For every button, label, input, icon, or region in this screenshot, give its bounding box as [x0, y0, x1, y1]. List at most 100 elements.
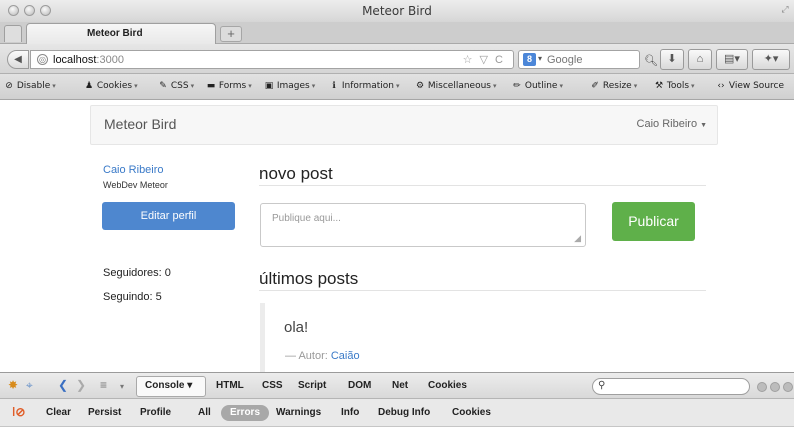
close-window-icon[interactable]: [8, 5, 19, 16]
dev-menu-label: Cookies: [96, 81, 133, 91]
persist-button[interactable]: Persist: [88, 407, 121, 418]
tab-groups-icon[interactable]: [4, 25, 22, 42]
profile-subtitle: WebDev Meteor: [103, 180, 168, 190]
downloads-button[interactable]: ⬇: [660, 49, 684, 70]
dev-menu-label: Resize: [602, 81, 632, 91]
bookmarks-button[interactable]: ▤▾: [716, 49, 748, 70]
back-arrow-icon[interactable]: ❮: [58, 378, 68, 392]
latest-posts-heading: últimos posts: [259, 269, 359, 288]
edit-profile-button[interactable]: Editar perfil: [102, 202, 235, 230]
gear-icon: ⚙: [415, 81, 425, 91]
dev-menu-label: Tools: [666, 81, 690, 91]
dev-menu-outline[interactable]: ✏ Outline ▾: [512, 81, 563, 91]
tab-console-label: Console ▾: [145, 380, 193, 391]
dev-menu-css[interactable]: ✎ CSS ▾: [158, 81, 194, 91]
search-placeholder: Google: [547, 54, 583, 66]
minimize-window-icon[interactable]: [24, 5, 35, 16]
filter-debug-info[interactable]: Debug Info: [378, 407, 430, 418]
new-post-heading: novo post: [259, 164, 333, 183]
dev-menu-images[interactable]: ▣ Images ▾: [264, 81, 316, 91]
filter-cookies[interactable]: Cookies: [452, 407, 491, 418]
tab-css[interactable]: CSS: [262, 380, 283, 391]
dev-menu-cookies[interactable]: ♟ Cookies ▾: [84, 81, 138, 91]
post-author: — Autor: Caião: [285, 350, 360, 362]
tab-strip: Meteor Bird +: [0, 22, 794, 44]
search-input[interactable]: 8 ▾ Google: [518, 50, 640, 69]
url-actions[interactable]: ☆ ▽ C: [463, 53, 505, 66]
dev-menu-tools[interactable]: ⚒ Tools ▾: [654, 81, 695, 91]
detach-panel-icon[interactable]: [770, 382, 780, 392]
search-engine-icon[interactable]: 8: [523, 53, 536, 66]
filter-warnings[interactable]: Warnings: [276, 407, 321, 418]
dev-menu-label: View Source: [728, 81, 785, 91]
tab-label: Meteor Bird: [87, 28, 143, 39]
post-textarea[interactable]: Publique aqui... ◢: [260, 203, 586, 247]
dev-menu-label: CSS: [170, 81, 189, 91]
close-panel-icon[interactable]: [783, 382, 793, 392]
resize-icon: ✐: [591, 81, 599, 91]
person-icon: ♟: [84, 81, 94, 91]
tab-script[interactable]: Script: [298, 380, 326, 391]
chevron-down-icon[interactable]: ▾: [538, 54, 542, 63]
tab-cookies[interactable]: Cookies: [428, 380, 467, 391]
publish-button[interactable]: Publicar: [612, 202, 695, 241]
image-icon: ▣: [264, 81, 274, 91]
forms-icon: ▬: [206, 81, 216, 91]
clear-button[interactable]: Clear: [46, 407, 71, 418]
firebug-button[interactable]: ✦▾: [752, 49, 790, 70]
url-bar[interactable]: ◎ localhost:3000 ☆ ▽ C: [30, 50, 514, 69]
tab-html[interactable]: HTML: [216, 380, 244, 391]
dev-menu-information[interactable]: ℹ Information ▾: [329, 81, 399, 91]
user-menu-label: Caio Ribeiro: [636, 118, 698, 130]
new-tab-button[interactable]: +: [220, 26, 242, 42]
minimize-panel-icon[interactable]: [757, 382, 767, 392]
code-icon: ‹›: [717, 81, 725, 91]
dev-menu-forms[interactable]: ▬ Forms ▾: [206, 81, 252, 91]
fullscreen-icon[interactable]: ⤢: [780, 4, 790, 14]
author-prefix: — Autor:: [285, 350, 328, 362]
css-icon: ✎: [159, 81, 167, 91]
post-item: ola! — Autor: Caião: [260, 303, 705, 373]
search-icon: ⚲: [598, 380, 606, 391]
pencil-icon: ✏: [513, 81, 521, 91]
tab-net[interactable]: Net: [392, 380, 408, 391]
back-button[interactable]: ◀: [7, 50, 29, 69]
filter-errors[interactable]: Errors: [221, 405, 269, 421]
clear-icon[interactable]: ǀ⊘: [12, 405, 25, 419]
profile-name-link[interactable]: Caio Ribeiro: [103, 164, 164, 176]
firebug-toolbar: ✸ ⌖ ❮ ❯ ≡ ▾ Console ▾ HTML CSS Script DO…: [0, 372, 794, 399]
tab-dom[interactable]: DOM: [348, 380, 371, 391]
navigation-bar: ◀ ◎ localhost:3000 ☆ ▽ C 8 ▾ Google 🔍︎ ⬇…: [0, 44, 794, 74]
resize-grip-icon[interactable]: ◢: [574, 233, 581, 244]
inspect-icon[interactable]: ⌖: [26, 378, 33, 393]
filter-all[interactable]: All: [198, 407, 211, 418]
author-link[interactable]: Caião: [331, 350, 360, 362]
profile-button[interactable]: Profile: [140, 407, 171, 418]
caret-down-icon: ▼: [700, 122, 707, 129]
command-editor-icon[interactable]: ≡: [100, 378, 107, 392]
forward-arrow-icon[interactable]: ❯: [76, 378, 86, 392]
wrench-icon: ⚒: [654, 81, 664, 91]
user-menu[interactable]: Caio Ribeiro ▼: [637, 118, 707, 130]
firebug-icon[interactable]: ✸: [8, 378, 18, 392]
tab-meteor-bird[interactable]: Meteor Bird: [26, 23, 216, 44]
dev-menu-miscellaneous[interactable]: ⚙ Miscellaneous ▾: [415, 81, 497, 91]
dev-menu-disable[interactable]: ⊘ Disable ▾: [4, 81, 56, 91]
window-titlebar: Meteor Bird ⤢: [0, 0, 794, 22]
dev-menu-label: Information: [341, 81, 394, 91]
chevron-down-icon[interactable]: ▾: [120, 382, 124, 391]
dev-menu-resize[interactable]: ✐ Resize ▾: [590, 81, 637, 91]
site-identity-icon[interactable]: ◎: [37, 54, 48, 65]
firebug-search-input[interactable]: ⚲: [592, 378, 750, 395]
window-title: Meteor Bird: [362, 4, 432, 18]
brand-link[interactable]: Meteor Bird: [104, 116, 176, 132]
url-text: localhost:3000: [53, 54, 124, 66]
dev-menu-view-source[interactable]: ‹› View Source: [716, 81, 784, 91]
url-port: :3000: [96, 54, 124, 66]
home-button[interactable]: ⌂: [688, 49, 712, 70]
search-icon[interactable]: 🔍︎: [644, 54, 658, 67]
post-text: ola!: [284, 319, 309, 336]
filter-info[interactable]: Info: [341, 407, 359, 418]
zoom-window-icon[interactable]: [40, 5, 51, 16]
dev-menu-label: Miscellaneous: [427, 81, 491, 91]
